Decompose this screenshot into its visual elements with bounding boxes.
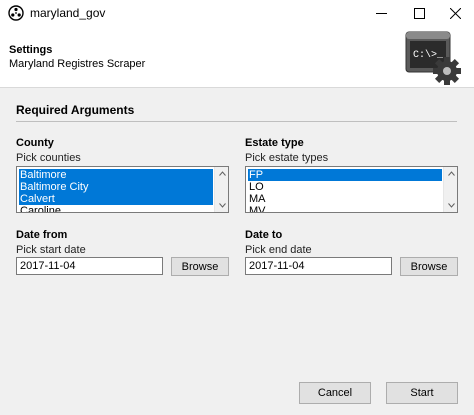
estate-type-scrollbar[interactable]	[443, 167, 457, 212]
film-reel-icon[interactable]	[8, 5, 24, 21]
minimize-icon	[375, 12, 387, 14]
date-from-help: Pick start date	[16, 244, 86, 256]
date-to-label: Date to	[245, 229, 283, 241]
list-item[interactable]: MV	[248, 205, 442, 212]
title-bar: maryland_gov	[0, 0, 474, 26]
scroll-down-icon[interactable]	[215, 199, 228, 212]
header-title: Settings	[9, 44, 53, 56]
start-button[interactable]: Start	[386, 382, 458, 404]
minimize-button[interactable]	[362, 0, 400, 26]
county-help: Pick counties	[16, 152, 81, 164]
estate-type-label: Estate type	[245, 137, 304, 149]
list-item[interactable]: FP	[248, 169, 442, 181]
cancel-button[interactable]: Cancel	[299, 382, 371, 404]
date-to-input[interactable]: 2017-11-04	[245, 257, 392, 275]
date-to-browse-button[interactable]: Browse	[400, 257, 458, 276]
list-item[interactable]: Baltimore	[19, 169, 213, 181]
close-button[interactable]	[436, 0, 474, 26]
date-to-help: Pick end date	[245, 244, 312, 256]
list-item[interactable]: MA	[248, 193, 442, 205]
list-item[interactable]: Calvert	[19, 193, 213, 205]
content-area: Required Arguments County Pick counties …	[0, 88, 474, 415]
section-divider	[16, 121, 457, 122]
county-listbox[interactable]: Baltimore Baltimore City Calvert Carolin…	[16, 166, 229, 213]
close-icon	[449, 7, 461, 19]
settings-header: Settings Maryland Registres Scraper C:\>…	[0, 26, 474, 88]
list-item[interactable]: Caroline	[19, 205, 213, 212]
scroll-down-icon[interactable]	[444, 199, 457, 212]
estate-type-listbox[interactable]: FP LO MA MV	[245, 166, 458, 213]
window-title: maryland_gov	[30, 6, 106, 20]
county-label: County	[16, 137, 54, 149]
list-item[interactable]: LO	[248, 181, 442, 193]
scroll-up-icon[interactable]	[444, 167, 457, 180]
terminal-gear-icon: C:\>_	[404, 30, 464, 86]
header-subtitle: Maryland Registres Scraper	[9, 58, 146, 70]
date-from-browse-button[interactable]: Browse	[171, 257, 229, 276]
maximize-button[interactable]	[400, 0, 438, 26]
maximize-icon	[413, 7, 425, 19]
date-from-input[interactable]: 2017-11-04	[16, 257, 163, 275]
scroll-up-icon[interactable]	[215, 167, 228, 180]
estate-type-help: Pick estate types	[245, 152, 329, 164]
county-scrollbar[interactable]	[214, 167, 228, 212]
section-title: Required Arguments	[16, 103, 135, 117]
date-from-label: Date from	[16, 229, 68, 241]
list-item[interactable]: Baltimore City	[19, 181, 213, 193]
